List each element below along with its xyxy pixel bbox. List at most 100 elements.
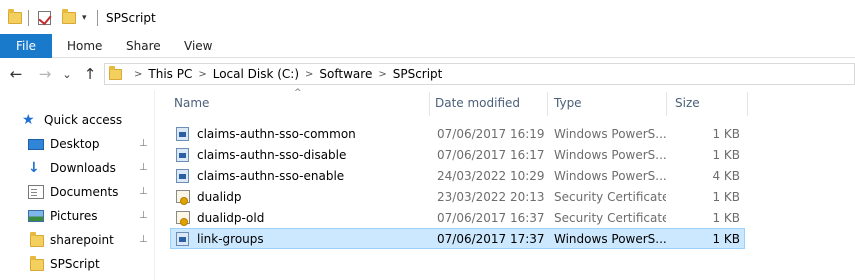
column-divider[interactable] [429, 92, 430, 116]
file-date: 23/03/2022 20:13 [437, 189, 545, 204]
sidebar-item-label: Pictures [50, 209, 98, 223]
file-name: link-groups [197, 231, 264, 246]
toolbar-divider [97, 10, 98, 26]
file-date: 07/06/2017 17:37 [437, 231, 545, 246]
file-row[interactable]: dualidp 23/03/2022 20:13 Security Certif… [170, 186, 745, 207]
file-name: claims-authn-sso-disable [197, 147, 347, 162]
certificate-icon [176, 211, 190, 226]
breadcrumb-local-disk[interactable]: Local Disk (C:) [213, 67, 299, 81]
breadcrumb-separator[interactable]: > [305, 69, 313, 80]
sidebar-item-spscript[interactable]: SPScript [0, 253, 155, 275]
sidebar-item-label: Downloads [50, 161, 116, 175]
file-row[interactable]: claims-authn-sso-disable 07/06/2017 16:1… [170, 144, 745, 165]
breadcrumb-software[interactable]: Software [319, 67, 372, 81]
forward-arrow-icon: → [38, 65, 52, 83]
pin-icon[interactable]: ⊥ [139, 139, 149, 149]
certificate-icon [176, 190, 190, 205]
pictures-icon [28, 210, 44, 222]
folder-icon [109, 65, 122, 80]
star-icon: ★ [22, 112, 35, 128]
breadcrumb-separator: > [134, 68, 143, 80]
pin-icon[interactable]: ⊥ [139, 211, 149, 221]
back-button[interactable]: ← [6, 64, 26, 84]
file-date: 07/06/2017 16:37 [437, 210, 545, 225]
ribbon-tabs: File Home Share View [0, 34, 855, 58]
customize-dropdown-icon[interactable]: ▾ [82, 9, 87, 27]
tab-share[interactable]: Share [126, 34, 161, 58]
file-date: 24/03/2022 10:29 [437, 168, 545, 183]
folder-icon[interactable] [8, 9, 22, 27]
breadcrumb-separator[interactable]: > [198, 69, 206, 80]
sidebar-item-quick-access[interactable]: ★ Quick access [0, 109, 155, 131]
new-folder-icon[interactable] [62, 9, 76, 27]
sidebar-item-label: SPScript [50, 257, 100, 271]
tab-home[interactable]: Home [67, 34, 102, 58]
powershell-script-icon [176, 147, 189, 162]
column-divider[interactable] [666, 92, 667, 116]
back-arrow-icon: ← [9, 65, 23, 83]
sidebar-item-label: Documents [50, 185, 119, 199]
file-date: 07/06/2017 16:19 [437, 126, 545, 141]
breadcrumb-this-pc[interactable]: This PC [148, 67, 192, 81]
up-button[interactable]: ↑ [80, 64, 100, 84]
powershell-script-icon [176, 168, 189, 183]
file-type: Windows PowerS... [554, 168, 666, 183]
column-divider[interactable] [747, 92, 748, 116]
sidebar-item-documents[interactable]: Documents ⊥ [0, 181, 155, 203]
pin-icon[interactable]: ⊥ [139, 163, 149, 173]
file-type: Windows PowerS... [554, 231, 666, 246]
file-date: 07/06/2017 16:17 [437, 147, 545, 162]
sidebar-item-desktop[interactable]: Desktop ⊥ [0, 133, 155, 155]
pin-icon[interactable]: ⊥ [139, 187, 149, 197]
tab-file[interactable]: File [0, 34, 52, 58]
powershell-script-icon [176, 126, 189, 141]
documents-icon [28, 185, 44, 199]
file-type: Windows PowerS... [554, 147, 666, 162]
toolbar-divider [28, 10, 29, 26]
file-row[interactable]: dualidp-old 07/06/2017 16:37 Security Ce… [170, 207, 745, 228]
column-header-date-modified[interactable]: Date modified [435, 90, 547, 116]
recent-locations-button[interactable]: ⌄ [60, 64, 74, 84]
file-name: claims-authn-sso-enable [197, 168, 345, 183]
file-size: 1 KB [712, 126, 740, 141]
file-name: dualidp-old [197, 210, 265, 225]
pin-icon[interactable]: ⊥ [139, 235, 149, 245]
navigation-pane: ★ Quick access Desktop ⊥ ↓ Downloads ⊥ D… [0, 90, 155, 280]
file-type: Security Certificate [554, 210, 666, 225]
properties-check-icon[interactable] [38, 9, 51, 27]
file-size: 1 KB [712, 147, 740, 162]
column-divider[interactable] [547, 92, 548, 116]
folder-icon [30, 256, 44, 271]
file-size: 1 KB [712, 231, 740, 246]
sidebar-item-label: Quick access [44, 113, 123, 127]
sidebar-item-downloads[interactable]: ↓ Downloads ⊥ [0, 157, 155, 179]
sidebar-item-label: sharepoint [50, 233, 114, 247]
file-row[interactable]: claims-authn-sso-common 07/06/2017 16:19… [170, 123, 745, 144]
tab-view[interactable]: View [184, 34, 212, 58]
breadcrumb-separator[interactable]: > [378, 69, 386, 80]
sidebar-item-pictures[interactable]: Pictures ⊥ [0, 205, 155, 227]
file-size: 1 KB [712, 189, 740, 204]
folder-icon [30, 232, 44, 247]
sidebar-item-label: Desktop [50, 137, 100, 151]
file-type: Windows PowerS... [554, 126, 666, 141]
file-row[interactable]: claims-authn-sso-enable 24/03/2022 10:29… [170, 165, 745, 186]
title-bar: ▾ SPScript [0, 0, 855, 34]
powershell-script-icon [176, 231, 189, 246]
column-header-size[interactable]: Size [675, 90, 747, 116]
file-type: Security Certificate [554, 189, 666, 204]
window-title: SPScript [106, 11, 156, 25]
downloads-icon: ↓ [28, 160, 40, 176]
file-name: dualidp [197, 189, 242, 204]
file-name: claims-authn-sso-common [197, 126, 356, 141]
navigation-bar: ← → ⌄ ↑ > This PC > Local Disk (C:) > So… [0, 58, 855, 90]
address-bar[interactable]: > This PC > Local Disk (C:) > Software >… [104, 63, 855, 85]
column-header-name[interactable]: Name [174, 90, 429, 116]
forward-button[interactable]: → [35, 64, 55, 84]
file-row-selected[interactable]: link-groups 07/06/2017 17:37 Windows Pow… [170, 228, 745, 249]
breadcrumb-spscript[interactable]: SPScript [393, 67, 443, 81]
file-size: 4 KB [712, 168, 740, 183]
column-header-type[interactable]: Type [554, 90, 666, 116]
sidebar-item-sharepoint[interactable]: sharepoint ⊥ [0, 229, 155, 251]
up-arrow-icon: ↑ [83, 65, 97, 83]
